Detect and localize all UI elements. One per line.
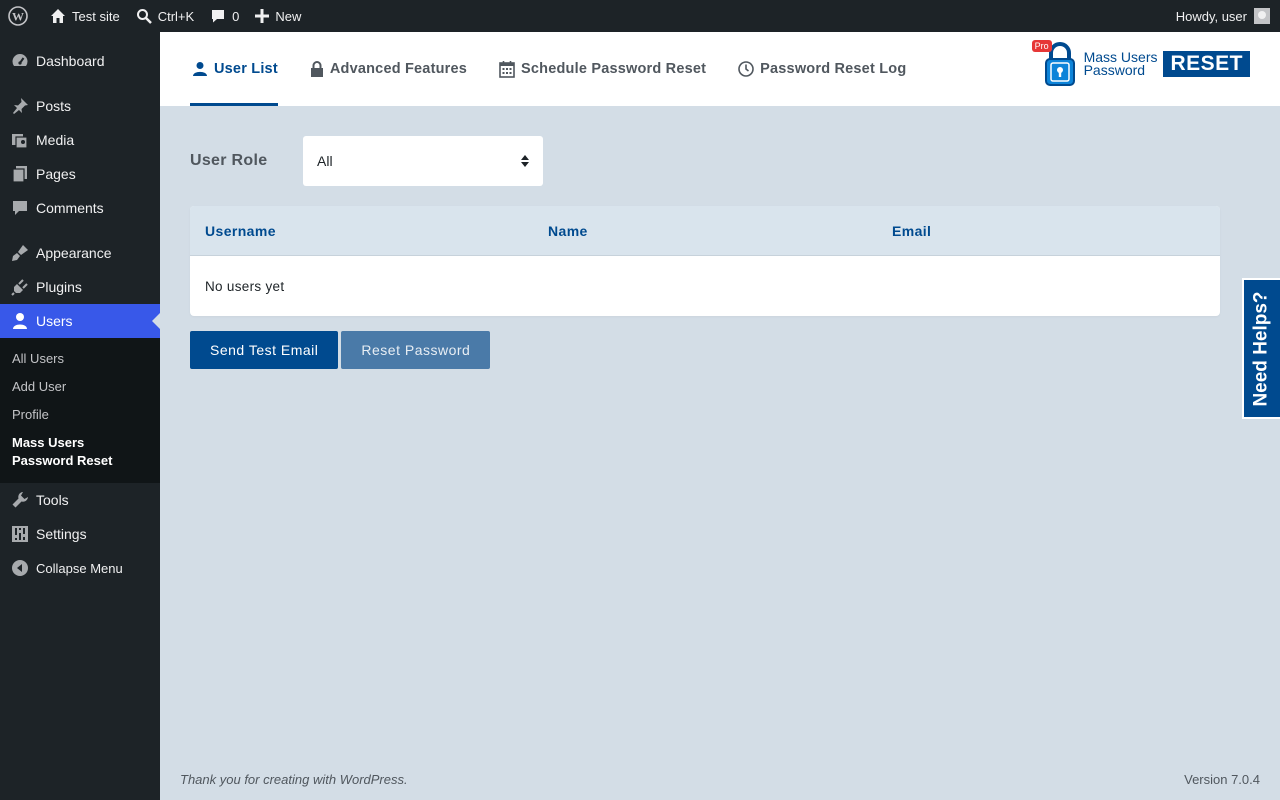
sidebar-item-comments[interactable]: Comments	[0, 191, 160, 225]
tab-label: Advanced Features	[329, 61, 468, 77]
comments-count: 0	[232, 8, 240, 24]
table-header: Username Name Email	[190, 206, 1220, 256]
submenu-profile[interactable]: Profile	[0, 401, 160, 429]
calendar-icon	[499, 61, 515, 78]
sidebar-item-label: Dashboard	[36, 53, 105, 69]
comment-icon	[10, 198, 30, 218]
admin-sidebar: Dashboard Posts Media Pages Comments App…	[0, 32, 160, 800]
sidebar-item-label: Plugins	[36, 279, 82, 295]
user-icon	[10, 311, 30, 331]
wrench-icon	[10, 490, 30, 510]
search-link[interactable]: Ctrl+K	[128, 0, 202, 32]
submenu-all-users[interactable]: All Users	[0, 345, 160, 373]
search-icon	[136, 9, 152, 24]
reset-password-button[interactable]: Reset Password	[341, 331, 491, 369]
submenu-add-user[interactable]: Add User	[0, 373, 160, 401]
plugin-body: User Role All Username Name Email No use…	[160, 106, 1280, 369]
avatar	[1254, 8, 1270, 24]
table-empty-row: No users yet	[205, 278, 285, 294]
user-icon	[193, 62, 207, 76]
clock-icon	[738, 61, 754, 77]
logo-text: Mass Users Password	[1083, 50, 1158, 78]
search-shortcut: Ctrl+K	[157, 8, 195, 24]
user-role-select[interactable]: All	[303, 136, 543, 186]
pro-badge: Pro	[1031, 40, 1052, 52]
main-content: User List Advanced Features Schedule Pas…	[160, 32, 1280, 800]
sidebar-item-label: Settings	[36, 526, 87, 542]
lock-icon	[310, 61, 323, 77]
brush-icon	[10, 243, 30, 263]
sidebar-item-plugins[interactable]: Plugins	[0, 270, 160, 304]
sidebar-item-users[interactable]: Users	[0, 304, 160, 338]
sidebar-item-label: Users	[36, 313, 73, 329]
pin-icon	[10, 96, 30, 116]
sidebar-item-label: Pages	[36, 166, 76, 182]
collapse-icon	[10, 558, 30, 578]
sidebar-item-media[interactable]: Media	[0, 123, 160, 157]
need-help-tab[interactable]: Need Helps?	[1242, 278, 1280, 419]
sidebar-item-pages[interactable]: Pages	[0, 157, 160, 191]
account-menu[interactable]: Howdy, user	[1168, 0, 1280, 32]
logo-line-2: Password	[1083, 62, 1146, 78]
sidebar-item-label: Comments	[36, 200, 104, 216]
wordpress-logo-icon[interactable]: W	[0, 0, 42, 32]
need-help-label: Need Helps?	[1251, 290, 1272, 407]
howdy-text: Howdy, user	[1175, 8, 1247, 24]
column-name: Name	[548, 222, 588, 239]
sidebar-item-label: Media	[36, 132, 75, 148]
sidebar-item-label: Collapse Menu	[36, 560, 123, 576]
admin-bar: W Test site Ctrl+K 0 New Howdy, user	[0, 0, 1280, 32]
footer-thanks: Thank you for creating with WordPress.	[180, 772, 408, 787]
logo-reset: RESET	[1163, 51, 1250, 77]
dashboard-icon	[10, 51, 30, 71]
select-arrows-icon	[521, 155, 529, 167]
tab-password-reset-log[interactable]: Password Reset Log	[736, 32, 906, 106]
sidebar-item-label: Posts	[36, 98, 72, 114]
admin-footer: Thank you for creating with WordPress. V…	[180, 772, 1260, 787]
send-test-email-button[interactable]: Send Test Email	[190, 331, 339, 369]
user-role-label: User Role	[190, 152, 268, 169]
site-name-link[interactable]: Test site	[42, 0, 128, 32]
plus-icon	[255, 9, 270, 23]
sidebar-item-posts[interactable]: Posts	[0, 89, 160, 123]
plug-icon	[10, 277, 30, 297]
user-role-selected: All	[317, 153, 333, 169]
sidebar-item-tools[interactable]: Tools	[0, 483, 160, 517]
tab-label: Schedule Password Reset	[521, 61, 707, 77]
column-username: Username	[205, 222, 276, 239]
sidebar-item-appearance[interactable]: Appearance	[0, 236, 160, 270]
sidebar-item-label: Tools	[36, 492, 69, 508]
tab-label: Password Reset Log	[760, 61, 907, 77]
home-icon	[51, 9, 65, 23]
submenu-mass-users-password-reset[interactable]: Mass Users Password Reset	[0, 429, 160, 475]
new-label: New	[275, 8, 302, 24]
comment-icon	[212, 10, 225, 23]
users-submenu: All Users Add User Profile Mass Users Pa…	[0, 338, 160, 483]
sidebar-item-dashboard[interactable]: Dashboard	[0, 44, 160, 78]
action-buttons: Send Test Email Reset Password	[190, 331, 1220, 369]
plugin-header: User List Advanced Features Schedule Pas…	[160, 32, 1280, 106]
sidebar-item-label: Appearance	[36, 245, 112, 261]
svg-text:W: W	[12, 10, 24, 24]
collapse-menu-button[interactable]: Collapse Menu	[0, 551, 160, 585]
pages-icon	[10, 164, 30, 184]
tab-advanced-features[interactable]: Advanced Features	[308, 32, 467, 106]
users-table: Username Name Email No users yet	[190, 206, 1220, 316]
comments-link[interactable]: 0	[202, 0, 247, 32]
user-role-filter: User Role All	[190, 136, 1220, 186]
media-icon	[10, 130, 30, 150]
tab-user-list[interactable]: User List	[190, 32, 278, 106]
plugin-logo: Pro Mass Users Password RESET	[1031, 40, 1250, 86]
sidebar-item-settings[interactable]: Settings	[0, 517, 160, 551]
site-name: Test site	[72, 8, 120, 24]
tab-label: User List	[214, 61, 278, 77]
sliders-icon	[10, 524, 30, 544]
tab-schedule-password-reset[interactable]: Schedule Password Reset	[497, 32, 706, 106]
column-email: Email	[892, 222, 932, 239]
new-content-link[interactable]: New	[247, 0, 309, 32]
footer-version: Version 7.0.4	[1184, 772, 1260, 787]
